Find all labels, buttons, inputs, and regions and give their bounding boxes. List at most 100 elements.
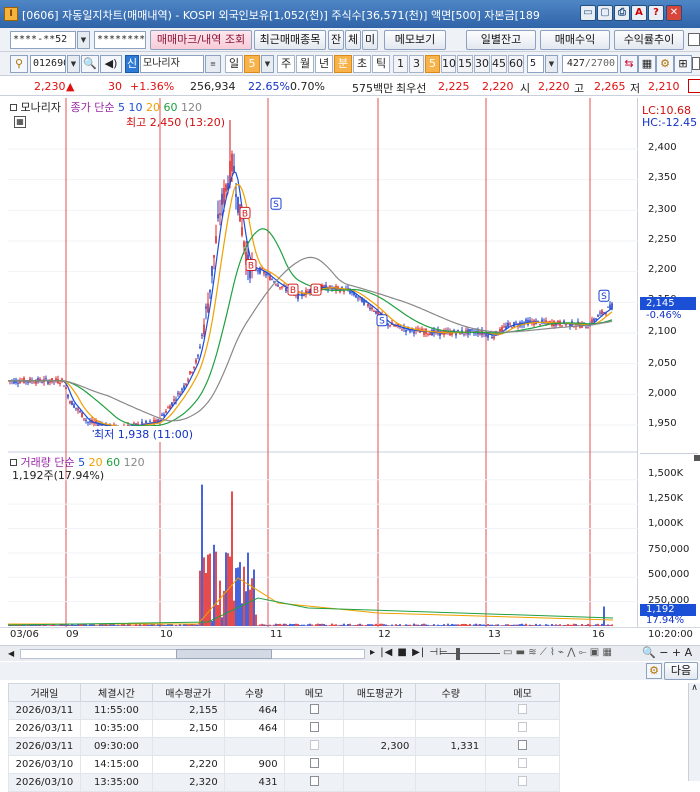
candle-body [601, 310, 603, 314]
interval-45[interactable]: 45 [491, 55, 507, 73]
memo-icon[interactable] [518, 776, 527, 786]
interval-3[interactable]: 3 [409, 55, 424, 73]
close-icon[interactable]: ✕ [666, 5, 682, 21]
account-field[interactable]: ****-**52 [10, 31, 76, 49]
help-icon[interactable]: ? [648, 5, 664, 21]
count-field[interactable]: 427/2700 [562, 55, 618, 73]
chart-scrollbar[interactable]: ◀ ▸ |◀ ■ ▶| ⊣⊢ ▭ ▬ ≋ ⟋ ⌇ ⌁ ⋀ ⟜ ▣ ▦ 🔍 − +… [0, 645, 700, 661]
period-year[interactable]: 년 [315, 55, 333, 73]
zoom-tools[interactable]: 🔍 − + A [642, 646, 692, 659]
stock-search-icon[interactable]: ⚲ [10, 55, 28, 73]
table-row[interactable]: 2026/03/1109:30:002,3001,331 [9, 738, 560, 756]
period-minute[interactable]: 분 [334, 55, 352, 73]
table-settings-icon[interactable]: ⚙ [646, 663, 662, 679]
save-icon[interactable]: ▦ [638, 55, 656, 73]
stock-name-field[interactable]: 모나리자 [140, 55, 204, 73]
balance-button[interactable]: 잔 [328, 30, 344, 50]
chart-grid-icon[interactable]: ▦ [14, 116, 26, 128]
scroll-up-icon[interactable]: ∧ [689, 683, 700, 693]
scroll-left-icon[interactable]: ◀ [8, 648, 18, 660]
scroll-thumb[interactable] [176, 649, 272, 659]
chart-svg[interactable]: BBBBSSS [8, 98, 638, 628]
tool-icon[interactable]: ⊞ [674, 55, 692, 73]
period-week[interactable]: 주 [277, 55, 295, 73]
account-dropdown-icon[interactable]: ▼ [77, 31, 90, 49]
trade-profit-button[interactable]: 매매수익 [540, 30, 610, 50]
table-row[interactable]: 2026/03/1014:15:002,220900 [9, 756, 560, 774]
period-second[interactable]: 초 [353, 55, 371, 73]
trade-marker-label: B [248, 262, 254, 272]
memo-icon[interactable] [518, 722, 527, 732]
memo-icon[interactable] [310, 776, 319, 786]
zoom-icon[interactable]: ⇆ [620, 55, 638, 73]
period-day[interactable]: 일 [225, 55, 243, 73]
interval-15[interactable]: 15 [457, 55, 473, 73]
memo-icon[interactable] [518, 758, 527, 768]
option-checkbox-2[interactable] [692, 57, 700, 70]
stock-menu-icon[interactable]: ≡ [205, 55, 221, 73]
execution-button[interactable]: 체 [345, 30, 361, 50]
volume-bar [477, 625, 479, 626]
memo-icon[interactable] [518, 704, 527, 714]
chart-area[interactable]: BBBBSSS 모나리자 종가 단순 5 10 20 60 120 ▦ 최고 2… [8, 98, 638, 643]
interval-1[interactable]: 1 [393, 55, 408, 73]
playback-controls[interactable]: ▸ |◀ ■ ▶| ⊣⊢ [370, 647, 449, 658]
interval-10[interactable]: 10 [441, 55, 456, 73]
period-month[interactable]: 월 [296, 55, 314, 73]
table-row[interactable]: 2026/03/1013:35:002,320431 [9, 774, 560, 792]
table-row[interactable]: 2026/03/1111:55:002,155464 [9, 702, 560, 720]
table-scrollbar[interactable]: ∧ [688, 683, 700, 781]
memo-icon[interactable] [310, 722, 319, 732]
header-trade-date[interactable]: 거래일 [9, 684, 81, 702]
header-sell-memo[interactable]: 메모 [486, 684, 560, 702]
candle-body [85, 420, 87, 421]
window-icon[interactable]: ▢ [597, 5, 613, 21]
header-buy-qty[interactable]: 수량 [224, 684, 284, 702]
profit-trend-button[interactable]: 수익률추이 [614, 30, 684, 50]
memo-view-button[interactable]: 메모보기 [384, 30, 446, 50]
stock-code-field[interactable]: 012690 [30, 55, 66, 73]
unfilled-button[interactable]: 미 [362, 30, 378, 50]
volume-bar [415, 625, 417, 626]
header-exec-time[interactable]: 체결시간 [80, 684, 152, 702]
settings-icon[interactable]: ⚙ [656, 55, 674, 73]
interval-5[interactable]: 5 [425, 55, 440, 73]
header-sell-qty[interactable]: 수량 [416, 684, 486, 702]
interval-60[interactable]: 60 [508, 55, 524, 73]
memo-icon[interactable] [310, 740, 319, 750]
zoom-slider-thumb[interactable] [456, 648, 460, 660]
password-field[interactable]: ******** [94, 31, 146, 49]
interval-30[interactable]: 30 [474, 55, 490, 73]
table-row[interactable]: 2026/03/1110:35:002,150464 [9, 720, 560, 738]
period-dropdown-icon[interactable]: ▼ [261, 55, 274, 73]
alert-icon[interactable] [688, 79, 700, 93]
option-checkbox[interactable] [688, 33, 700, 46]
memo-icon[interactable] [310, 704, 319, 714]
candle-body [77, 409, 79, 411]
zoom-slider[interactable] [440, 653, 500, 654]
candle-body [367, 304, 369, 306]
period-tick[interactable]: 틱 [372, 55, 390, 73]
memo-icon[interactable] [310, 758, 319, 768]
trade-mark-query-button[interactable]: 매매마크/내역 조회 [150, 30, 252, 50]
speaker-icon[interactable]: ◀) [100, 55, 122, 73]
period-day-count[interactable]: 5 [244, 55, 260, 73]
daily-balance-button[interactable]: 일별잔고 [466, 30, 536, 50]
pane-resize-icon[interactable] [694, 455, 700, 461]
search-icon[interactable]: 🔍 [81, 55, 99, 73]
recent-items-button[interactable]: 최근매매종목 [254, 30, 326, 50]
next-button[interactable]: 다음 [664, 662, 698, 680]
volume-bar [531, 625, 533, 626]
interval-input[interactable]: 5 [527, 55, 544, 73]
header-buy-memo[interactable]: 메모 [284, 684, 344, 702]
interval-dropdown-icon[interactable]: ▼ [545, 55, 558, 73]
drawing-tools[interactable]: ▭ ▬ ≋ ⟋ ⌇ ⌁ ⋀ ⟜ ▣ ▦ [503, 647, 612, 658]
restore-icon[interactable]: ▭ [580, 5, 596, 21]
header-buy-avg[interactable]: 매수평균가 [152, 684, 224, 702]
font-icon[interactable]: A [631, 5, 647, 21]
header-sell-avg[interactable]: 매도평균가 [344, 684, 416, 702]
candle-body [471, 329, 473, 330]
print-icon[interactable]: ⎙ [614, 5, 630, 21]
memo-icon[interactable] [518, 740, 527, 750]
code-dropdown-icon[interactable]: ▼ [67, 55, 80, 73]
